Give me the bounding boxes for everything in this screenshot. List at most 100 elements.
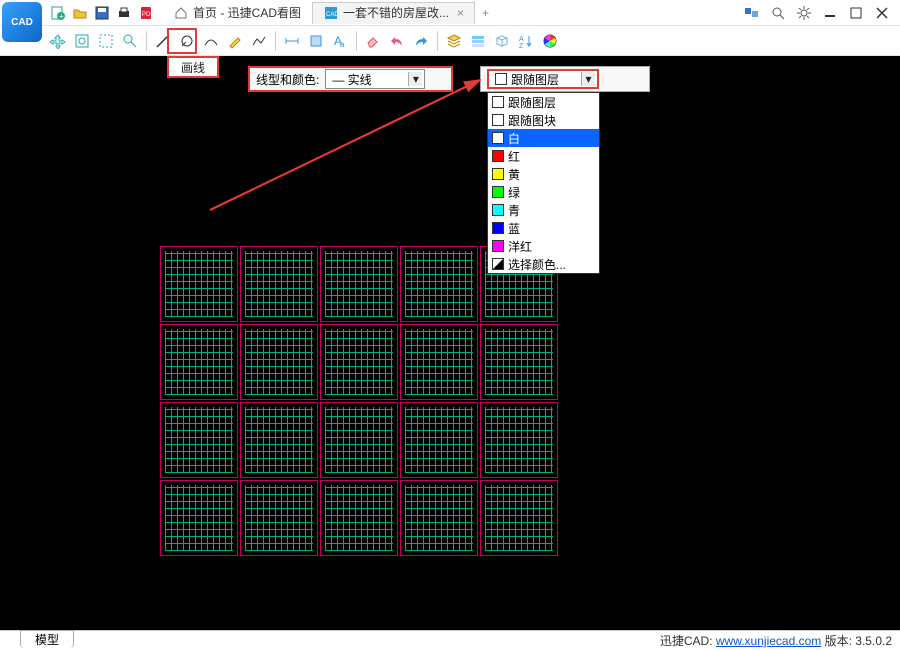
- zoom-extents-icon[interactable]: [71, 30, 93, 52]
- color-option-label: 洋红: [508, 238, 532, 255]
- drawing-cell: [320, 324, 398, 400]
- model-tab-label: 模型: [35, 631, 59, 648]
- version-value: 3.5.0.2: [855, 634, 892, 648]
- tab-home[interactable]: 首页 - 迅捷CAD看图: [162, 2, 312, 24]
- print-icon[interactable]: [116, 5, 132, 21]
- color-option[interactable]: 黄: [488, 165, 599, 183]
- status-bar: 模型 迅捷CAD: www.xunjiecad.com 版本: 3.5.0.2: [0, 630, 900, 650]
- color-option-label: 蓝: [508, 220, 520, 237]
- drawing-cell: [160, 324, 238, 400]
- polyline-tool-icon[interactable]: [248, 30, 270, 52]
- drawing-cell: [240, 480, 318, 556]
- tab-file[interactable]: CAD 一套不错的房屋改... ×: [312, 2, 475, 24]
- open-file-icon[interactable]: [72, 5, 88, 21]
- arc-tool-icon[interactable]: [200, 30, 222, 52]
- svg-text:CAD: CAD: [326, 12, 337, 18]
- color-dropdown: 跟随图层跟随图块白红黄绿青蓝洋红选择颜色...: [487, 92, 600, 274]
- drawing-cell: [160, 246, 238, 322]
- color-option[interactable]: 绿: [488, 183, 599, 201]
- color-option[interactable]: 跟随图块: [488, 111, 599, 129]
- color-option-label: 跟随图块: [508, 112, 556, 129]
- svg-text:PDF: PDF: [142, 12, 153, 18]
- windows-switch-icon[interactable]: [744, 5, 760, 21]
- tab-strip: 首页 - 迅捷CAD看图 CAD 一套不错的房屋改... × +: [162, 0, 744, 25]
- drawing-cell: [320, 402, 398, 478]
- color-option[interactable]: 红: [488, 147, 599, 165]
- magnifier-icon[interactable]: [770, 5, 786, 21]
- zoom-window-icon[interactable]: [95, 30, 117, 52]
- measure-dist-icon[interactable]: [281, 30, 303, 52]
- color-option[interactable]: 白: [488, 129, 599, 147]
- color-option[interactable]: 跟随图层: [488, 93, 599, 111]
- color-option[interactable]: 洋红: [488, 237, 599, 255]
- color-option[interactable]: 青: [488, 201, 599, 219]
- color-option-label: 黄: [508, 166, 520, 183]
- measure-area-icon[interactable]: [305, 30, 327, 52]
- color-option[interactable]: 选择颜色...: [488, 255, 599, 273]
- cad-file-icon: CAD: [323, 5, 339, 21]
- sort-icon[interactable]: AZ: [515, 30, 537, 52]
- layer-manager-icon[interactable]: [467, 30, 489, 52]
- color-combo[interactable]: 跟随图层 ▾: [487, 69, 599, 89]
- chevron-down-icon: ▾: [581, 72, 595, 86]
- drawing-cell: [320, 246, 398, 322]
- plus-icon: +: [482, 6, 489, 20]
- minimize-icon[interactable]: [822, 5, 838, 21]
- drawing-cell: [480, 324, 558, 400]
- maximize-icon[interactable]: [848, 5, 864, 21]
- model-space-tab[interactable]: 模型: [20, 630, 74, 648]
- color-option-label: 青: [508, 202, 520, 219]
- color-option-label: 绿: [508, 184, 520, 201]
- separator: [275, 31, 276, 51]
- quick-access-bar: + PDF: [50, 5, 154, 21]
- color-wheel-icon[interactable]: [539, 30, 561, 52]
- popup-color-bar: 跟随图层 ▾: [480, 66, 650, 92]
- version-label: 版本:: [825, 634, 852, 648]
- tab-add[interactable]: +: [475, 2, 496, 24]
- drawing-cell: [320, 480, 398, 556]
- drawing-thumbnails: [160, 246, 558, 556]
- drawing-cell: [240, 402, 318, 478]
- zoom-icon[interactable]: [119, 30, 141, 52]
- brand-label: 迅捷CAD:: [660, 634, 713, 648]
- svg-text:A: A: [519, 36, 524, 43]
- redo-icon[interactable]: [410, 30, 432, 52]
- main-toolbar: Aa AZ: [0, 26, 900, 56]
- color-value: 跟随图层: [511, 71, 559, 88]
- window-close-icon[interactable]: [874, 5, 890, 21]
- highlight-tool-icon[interactable]: [224, 30, 246, 52]
- drawing-cell: [480, 402, 558, 478]
- color-swatch-icon: [492, 258, 504, 270]
- status-info: 迅捷CAD: www.xunjiecad.com 版本: 3.5.0.2: [660, 632, 900, 649]
- annotation-arrow-icon: [180, 60, 500, 220]
- color-option-label: 白: [508, 130, 520, 147]
- separator: [146, 31, 147, 51]
- callout-line-tool: [167, 28, 197, 54]
- pan-icon[interactable]: [47, 30, 69, 52]
- save-icon[interactable]: [94, 5, 110, 21]
- export-pdf-icon[interactable]: PDF: [138, 5, 154, 21]
- svg-text:+: +: [59, 12, 64, 20]
- color-swatch-icon: [492, 222, 504, 234]
- erase-icon[interactable]: [362, 30, 384, 52]
- title-bar: CAD + PDF 首页 - 迅捷CAD看图 CAD 一套不错的房屋改... ×…: [0, 0, 900, 26]
- drawing-cell: [160, 480, 238, 556]
- new-file-icon[interactable]: +: [50, 5, 66, 21]
- drawing-cell: [400, 324, 478, 400]
- drawing-cell: [240, 324, 318, 400]
- color-option[interactable]: 蓝: [488, 219, 599, 237]
- layers-icon[interactable]: [443, 30, 465, 52]
- gear-icon[interactable]: [796, 5, 812, 21]
- app-logo-icon: CAD: [2, 2, 42, 42]
- undo-icon[interactable]: [386, 30, 408, 52]
- close-icon[interactable]: ×: [457, 6, 464, 20]
- color-option-label: 红: [508, 148, 520, 165]
- svg-text:a: a: [340, 40, 345, 49]
- box3d-icon[interactable]: [491, 30, 513, 52]
- tab-home-label: 首页 - 迅捷CAD看图: [193, 4, 301, 21]
- website-link[interactable]: www.xunjiecad.com: [716, 634, 821, 648]
- text-tool-icon[interactable]: Aa: [329, 30, 351, 52]
- tab-file-label: 一套不错的房屋改...: [343, 4, 449, 21]
- color-option-label: 跟随图层: [508, 94, 556, 111]
- separator: [356, 31, 357, 51]
